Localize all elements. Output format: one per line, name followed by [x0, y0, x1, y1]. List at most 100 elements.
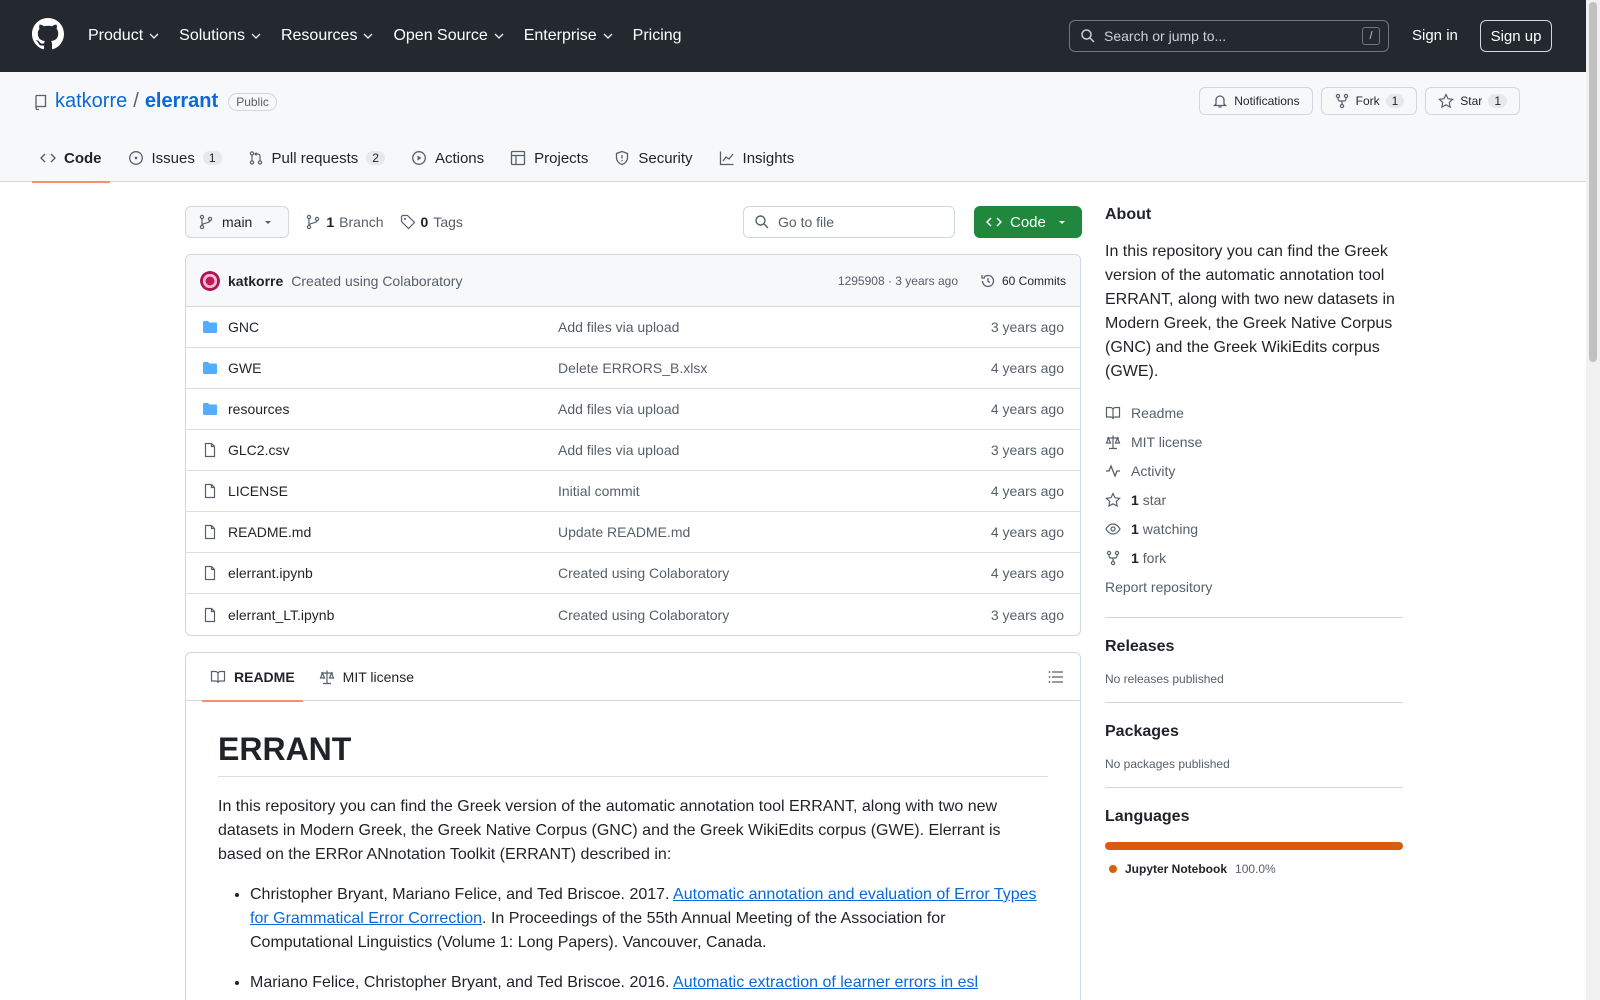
page-scrollbar[interactable]	[1586, 0, 1600, 1000]
file-commit-message[interactable]: Update README.md	[558, 524, 690, 540]
list-outline-icon[interactable]	[1048, 669, 1064, 685]
tab-pull-requests[interactable]: Pull requests 2	[240, 134, 393, 182]
file-name-link[interactable]: elerrant.ipynb	[228, 565, 558, 581]
file-name-link[interactable]: GNC	[228, 319, 558, 335]
global-header: Product Solutions Resources Open Source …	[0, 0, 1586, 72]
github-logo-icon[interactable]	[32, 18, 64, 50]
file-name-link[interactable]: resources	[228, 401, 558, 417]
tab-projects[interactable]: Projects	[502, 134, 596, 182]
commit-hash-time[interactable]: 1295908 · 3 years ago	[838, 274, 958, 288]
folder-icon	[203, 403, 217, 415]
nav-pricing[interactable]: Pricing	[633, 27, 690, 45]
notifications-button[interactable]: Notifications	[1199, 87, 1313, 115]
branch-select-button[interactable]: main	[185, 206, 290, 238]
file-icon	[204, 524, 216, 540]
file-name-link[interactable]: LICENSE	[228, 483, 558, 499]
file-name-link[interactable]: GLC2.csv	[228, 442, 558, 458]
tab-insights[interactable]: Insights	[711, 134, 803, 182]
language-item[interactable]: Jupyter Notebook 100.0%	[1105, 862, 1403, 876]
search-icon	[1081, 29, 1095, 43]
chevron-down-icon	[251, 33, 261, 39]
file-commit-age: 4 years ago	[990, 565, 1064, 581]
branches-link[interactable]: 1 Branch	[305, 214, 384, 230]
repo-owner-link[interactable]: katkorre	[55, 90, 127, 113]
file-row[interactable]: elerrant_LT.ipynb Created using Colaborat…	[186, 594, 1080, 635]
file-row[interactable]: LICENSE Initial commit 4 years ago	[186, 471, 1080, 512]
tab-mit-license[interactable]: MIT license	[311, 653, 422, 701]
global-search-input[interactable]: Search or jump to... /	[1069, 20, 1389, 52]
file-commit-message[interactable]: Delete ERRORS_B.xlsx	[558, 360, 707, 376]
languages-section: Languages Jupyter Notebook 100.0%	[1105, 787, 1403, 876]
file-row[interactable]: resources Add files via upload 4 years ago	[186, 389, 1080, 430]
report-repository-link[interactable]: Report repository	[1105, 572, 1403, 601]
file-name-link[interactable]: elerrant_LT.ipynb	[228, 607, 558, 623]
tab-code[interactable]: Code	[32, 134, 110, 183]
avatar[interactable]	[200, 270, 220, 291]
file-commit-message[interactable]: Add files via upload	[558, 401, 679, 417]
star-count: 1	[1488, 94, 1507, 108]
license-link[interactable]: MIT license	[1105, 427, 1403, 456]
readme-tabs: README MIT license	[186, 653, 1080, 702]
fork-button[interactable]: Fork 1	[1320, 87, 1418, 115]
tab-actions[interactable]: Actions	[403, 134, 492, 182]
releases-section: Releases No releases published	[1105, 617, 1403, 686]
fork-count: 1	[1385, 94, 1405, 108]
sign-in-link[interactable]: Sign in	[1412, 27, 1458, 44]
commit-author-link[interactable]: katkorre	[228, 273, 283, 289]
triangle-down-icon	[265, 221, 272, 224]
file-row[interactable]: GNC Add files via upload 3 years ago	[186, 307, 1080, 348]
branch-icon	[199, 214, 213, 230]
file-row[interactable]: README.md Update README.md 4 years ago	[186, 512, 1080, 553]
readme-link[interactable]: Readme	[1105, 398, 1403, 427]
watchers-link[interactable]: 1 watching	[1105, 514, 1403, 543]
file-icon	[204, 483, 216, 499]
repo-name-link[interactable]: elerrant	[145, 90, 218, 113]
tab-readme[interactable]: README	[202, 653, 303, 702]
stars-link[interactable]: 1 star	[1105, 485, 1403, 514]
go-to-file-input[interactable]: Go to file	[743, 206, 955, 238]
code-download-button[interactable]: Code	[974, 206, 1082, 238]
shield-icon	[616, 150, 629, 166]
file-commit-message[interactable]: Created using Colaboratory	[558, 565, 729, 581]
commit-message-link[interactable]: Created using Colaboratory	[291, 273, 462, 289]
nav-solutions[interactable]: Solutions	[179, 27, 269, 45]
reference-link[interactable]: Automatic extraction of learner errors i…	[673, 974, 978, 991]
file-row[interactable]: GLC2.csv Add files via upload 3 years ago	[186, 430, 1080, 471]
activity-link[interactable]: Activity	[1105, 456, 1403, 485]
file-icon	[204, 565, 216, 581]
file-commit-message[interactable]: Add files via upload	[558, 319, 679, 335]
nav-resources[interactable]: Resources	[281, 27, 381, 45]
file-commit-message[interactable]: Initial commit	[558, 483, 640, 499]
nav-product[interactable]: Product	[88, 27, 167, 45]
branch-icon	[307, 214, 320, 230]
tab-security[interactable]: Security	[606, 134, 700, 182]
chevron-down-icon	[603, 33, 613, 39]
latest-commit-bar: katkorre Created using Colaboratory 1295…	[186, 255, 1080, 307]
file-commit-message[interactable]: Created using Colaboratory	[558, 607, 729, 623]
file-name-link[interactable]: GWE	[228, 360, 558, 376]
tags-link[interactable]: 0 Tags	[400, 214, 463, 230]
code-icon	[986, 217, 1002, 227]
scrollbar-thumb[interactable]	[1589, 2, 1597, 362]
folder-icon	[203, 362, 217, 374]
repo-separator: /	[133, 90, 139, 112]
releases-heading[interactable]: Releases	[1105, 638, 1403, 656]
packages-heading[interactable]: Packages	[1105, 723, 1403, 741]
chevron-down-icon	[363, 33, 373, 39]
file-row[interactable]: GWE Delete ERRORS_B.xlsx 4 years ago	[186, 348, 1080, 389]
star-button[interactable]: Star 1	[1425, 87, 1520, 115]
file-commit-message[interactable]: Add files via upload	[558, 442, 679, 458]
commits-history-link[interactable]: 60 Commits	[980, 273, 1066, 289]
pull-requests-count: 2	[366, 151, 385, 165]
sign-up-button[interactable]: Sign up	[1480, 20, 1552, 52]
packages-section: Packages No packages published	[1105, 702, 1403, 771]
visibility-badge: Public	[228, 92, 277, 111]
book-icon	[210, 670, 226, 683]
file-row[interactable]: elerrant.ipynb Created using Colaboratory…	[186, 553, 1080, 594]
nav-enterprise[interactable]: Enterprise	[524, 27, 621, 45]
forks-link[interactable]: 1 fork	[1105, 543, 1403, 572]
file-name-link[interactable]: README.md	[228, 524, 558, 540]
language-bar	[1105, 842, 1403, 850]
tab-issues[interactable]: Issues 1	[120, 134, 230, 182]
nav-open-source[interactable]: Open Source	[393, 27, 511, 45]
